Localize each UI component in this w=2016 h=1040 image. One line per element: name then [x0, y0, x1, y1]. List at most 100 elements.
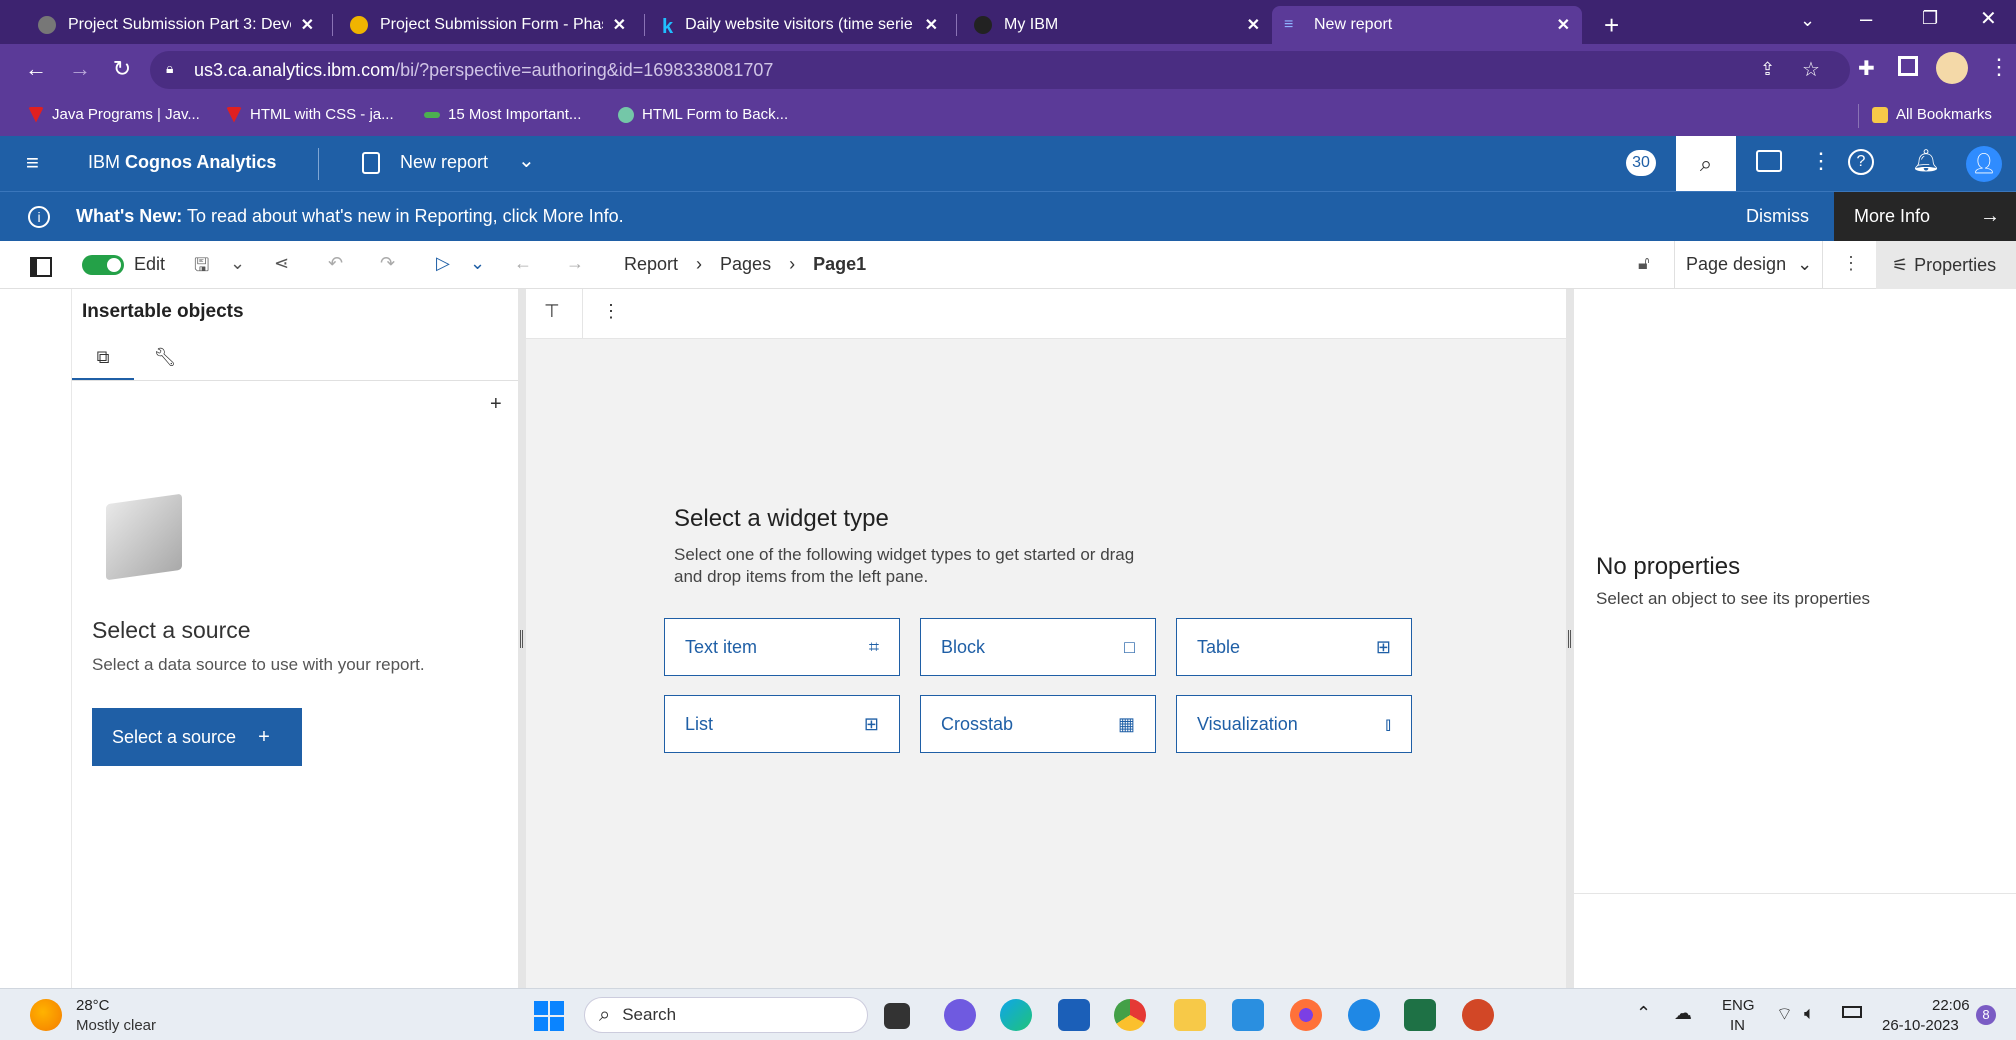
firefox-icon[interactable] — [1290, 999, 1322, 1031]
properties-button[interactable]: ⚟ Properties — [1876, 241, 2016, 289]
widget-crosstab-button[interactable]: Crosstab ▦ — [920, 695, 1156, 753]
bookmark-item[interactable]: Java Programs | Jav... — [28, 106, 200, 123]
add-source-button[interactable]: + — [490, 393, 502, 416]
hamburger-menu-icon[interactable]: ≡ — [26, 150, 39, 176]
store-icon[interactable] — [1058, 999, 1090, 1031]
bookmark-item[interactable]: 15 Most Important... — [424, 106, 581, 123]
forward-arrow-icon[interactable]: → — [66, 56, 94, 82]
notifications-bell-icon[interactable]: 🔔︎ — [1912, 148, 1940, 174]
close-icon[interactable]: ✕ — [1557, 15, 1570, 35]
clock-date[interactable]: 26-10-2023 — [1882, 1017, 1959, 1034]
toggle-panel-icon[interactable] — [30, 257, 52, 277]
bookmark-item[interactable]: HTML with CSS - ja... — [226, 106, 394, 123]
battery-icon[interactable] — [1842, 1006, 1862, 1018]
undo-icon[interactable]: ↶ — [328, 253, 343, 274]
close-icon[interactable]: ✕ — [1247, 15, 1260, 35]
restore-icon[interactable]: ❐ — [1922, 8, 1938, 29]
star-icon[interactable]: ☆ — [1802, 57, 1820, 82]
save-chevron-down-icon[interactable]: ⌄ — [230, 253, 245, 274]
new-tab-button[interactable]: + — [1596, 6, 1636, 44]
nav-forward-icon[interactable]: → — [566, 253, 584, 274]
file-explorer-icon[interactable] — [1174, 999, 1206, 1031]
page-design-dropdown[interactable]: Page design ⌄ — [1686, 254, 1812, 275]
browser-tab-1[interactable]: Project Submission Part 3: Devel ✕ — [26, 6, 326, 44]
run-play-icon[interactable]: ▷ — [436, 253, 450, 274]
myhp-icon[interactable] — [1232, 999, 1264, 1031]
insert-row-icon[interactable]: ⊤ — [544, 301, 560, 322]
language-top[interactable]: ENG — [1722, 997, 1755, 1014]
share-icon[interactable]: ⇪ — [1760, 59, 1775, 80]
dismiss-button[interactable]: Dismiss — [1746, 206, 1809, 227]
widget-table-button[interactable]: Table ⊞ — [1176, 618, 1412, 676]
save-icon[interactable]: 🖫︎ — [194, 253, 209, 283]
windows-start-icon[interactable] — [534, 1001, 564, 1031]
help-app-icon[interactable] — [1348, 999, 1380, 1031]
widget-block-button[interactable]: Block □ — [920, 618, 1156, 676]
edge-browser-icon[interactable] — [1000, 999, 1032, 1031]
browser-menu-icon[interactable]: ⋮ — [1988, 54, 2010, 80]
bookmark-label: 15 Most Important... — [448, 106, 582, 123]
search-icon[interactable]: ⌕ — [1676, 136, 1736, 191]
user-avatar-icon[interactable]: 👤︎ — [1966, 146, 2002, 182]
more-options-icon[interactable]: ⋮ — [1842, 253, 1860, 274]
more-options-icon[interactable]: ⋮ — [602, 301, 620, 322]
minimize-icon[interactable]: – — [1860, 6, 1872, 32]
language-bottom[interactable]: IN — [1730, 1017, 1745, 1034]
browser-tab-3[interactable]: k Daily website visitors (time serie ✕ — [650, 6, 950, 44]
task-view-icon[interactable] — [884, 1003, 910, 1029]
widget-text-item-button[interactable]: Text item ⌗ — [664, 618, 900, 676]
url-field[interactable]: 🔒︎ us3.ca.analytics.ibm.com/bi/?perspect… — [150, 51, 1850, 89]
close-icon[interactable]: ✕ — [613, 15, 626, 35]
share-icon[interactable]: ⋖ — [274, 253, 289, 274]
tray-app-icon[interactable]: ☁ — [1674, 1003, 1692, 1024]
tray-chevron-up-icon[interactable]: ⌃ — [1636, 1003, 1651, 1024]
volume-icon[interactable]: 🔈︎ — [1804, 1003, 1815, 1024]
toolbox-wrench-tab-icon[interactable]: 🔧︎ — [134, 333, 196, 381]
select-source-button[interactable]: Select a source + — [92, 708, 302, 766]
form-favicon-icon — [350, 16, 368, 34]
nav-back-icon[interactable]: ← — [514, 253, 532, 274]
bookmark-item[interactable]: HTML Form to Back... — [618, 106, 788, 123]
notification-badge[interactable]: 8 — [1976, 1005, 1996, 1025]
teams-chat-icon[interactable] — [944, 999, 976, 1031]
splitter-grip-icon[interactable] — [520, 630, 523, 648]
splitter-grip-icon[interactable] — [1568, 630, 1571, 648]
back-arrow-icon[interactable]: ← — [22, 56, 50, 82]
help-icon[interactable]: ? — [1848, 149, 1874, 175]
redo-icon[interactable]: ↷ — [380, 253, 395, 274]
more-info-button[interactable]: More Info → — [1834, 192, 2016, 241]
window-close-icon[interactable]: ✕ — [1980, 6, 1997, 31]
extensions-icon[interactable]: ✚ — [1858, 56, 1875, 81]
wifi-icon[interactable]: ⌔ — [1776, 1003, 1793, 1026]
excel-icon[interactable] — [1404, 999, 1436, 1031]
side-panel-icon[interactable] — [1898, 56, 1918, 76]
powerpoint-icon[interactable] — [1462, 999, 1494, 1031]
close-icon[interactable]: ✕ — [301, 15, 314, 35]
all-bookmarks[interactable]: All Bookmarks — [1872, 106, 1992, 123]
browser-tab-5-active[interactable]: ≡ New report ✕ — [1272, 6, 1582, 44]
close-icon[interactable]: ✕ — [925, 15, 938, 35]
weather-icon[interactable] — [30, 999, 62, 1031]
profile-avatar[interactable] — [1936, 52, 1968, 84]
whats-new-label: What's New: — [76, 206, 183, 226]
tab-title: New report — [1314, 16, 1393, 33]
taskbar-search-box[interactable]: ⌕ Search — [584, 997, 868, 1033]
run-chevron-down-icon[interactable]: ⌄ — [470, 253, 485, 274]
browser-tab-4[interactable]: My IBM ✕ — [962, 6, 1272, 44]
lock-icon[interactable]: 🔓︎ — [1638, 253, 1650, 274]
breadcrumb-pages[interactable]: Pages — [720, 254, 771, 275]
tab-search-chevron-icon[interactable]: ⌄ — [1800, 10, 1815, 31]
browser-tab-2[interactable]: Project Submission Form - Phase ✕ — [338, 6, 638, 44]
clock-time[interactable]: 22:06 — [1932, 997, 1970, 1014]
source-tree-tab-icon[interactable]: ⧉ — [72, 333, 134, 381]
report-title-chevron-down-icon[interactable]: ⌄ — [518, 148, 535, 173]
chrome-icon[interactable] — [1114, 999, 1146, 1031]
widget-visualization-button[interactable]: Visualization ⫾ — [1176, 695, 1412, 753]
notification-count-badge[interactable]: 30 — [1626, 150, 1656, 176]
more-options-icon[interactable]: ⋮ — [1810, 148, 1832, 174]
edit-toggle[interactable] — [82, 255, 124, 275]
chat-icon[interactable] — [1756, 150, 1782, 172]
widget-list-button[interactable]: List ⊞ — [664, 695, 900, 753]
reload-icon[interactable]: ↻ — [108, 56, 136, 82]
breadcrumb-report[interactable]: Report — [624, 254, 678, 275]
